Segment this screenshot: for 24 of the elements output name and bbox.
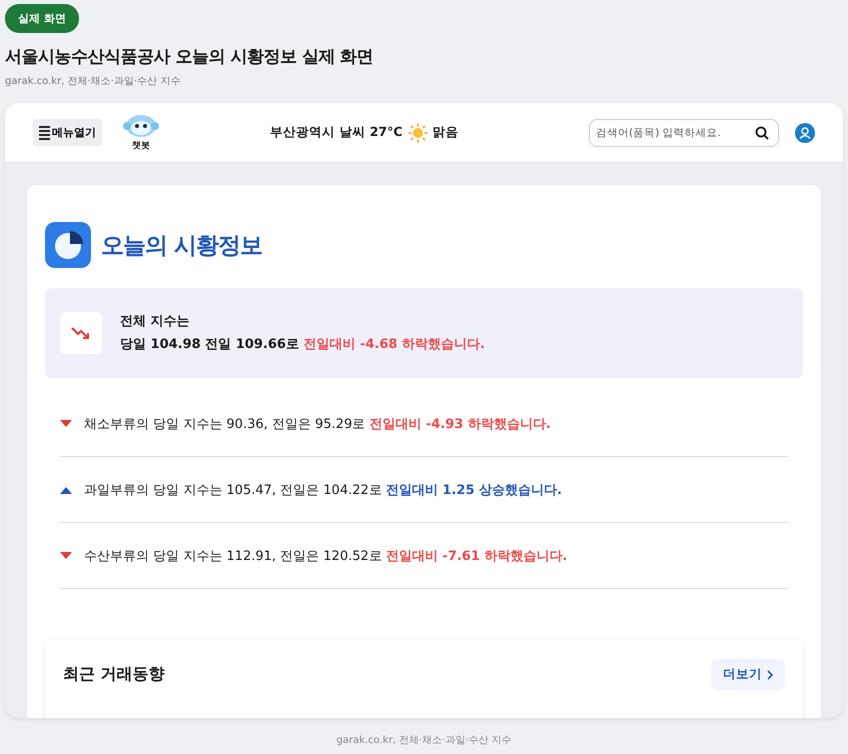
user-icon[interactable] bbox=[795, 122, 815, 142]
recent-title: 최근 거래동향 bbox=[63, 664, 165, 685]
badge: 실제 화면 bbox=[5, 4, 79, 33]
index-sentence: 채소부류의 당일 지수는 90.36, 전일은 95.29로 전일대비 -4.93 하락했습니다. bbox=[84, 416, 551, 432]
summary-label: 전체 지수는 bbox=[120, 312, 191, 331]
index-sentence: 과일부류의 당일 지수는 105.47, 전일은 104.22로 전일대비 1.25 상승했습니다. bbox=[84, 482, 562, 498]
menu-button[interactable]: 메뉴열기 bbox=[33, 119, 102, 146]
subtitle: garak.co.kr, 전체·채소·과일·수산 지수 bbox=[5, 75, 182, 88]
chatbot-button[interactable]: 챗봇 bbox=[122, 113, 160, 152]
sun-icon bbox=[408, 122, 428, 142]
search-field[interactable]: 검색어(품목) 입력하세요. bbox=[589, 118, 779, 146]
summary-sentence: 당일 104.98 전일 109.66로 전일대비 -4.68 하락했습니다. bbox=[120, 336, 485, 354]
page-title: 서울시농수산식품공사 오늘의 시황정보 실제 화면 bbox=[5, 46, 374, 68]
search-icon[interactable] bbox=[755, 126, 769, 140]
weather-condition: 맑음 bbox=[432, 124, 459, 141]
index-sentence: 수산부류의 당일 지수는 112.91, 전일은 120.52로 전일대비 -7.61 하락했습니다. bbox=[84, 548, 568, 564]
caption: garak.co.kr, 전체·채소·과일·수산 지수 bbox=[335, 734, 513, 747]
section-title: 오늘의 시황정보 bbox=[101, 232, 262, 260]
robot-icon bbox=[122, 113, 160, 139]
pie-chart-icon bbox=[45, 222, 91, 268]
weather-text: 부산광역시 날씨 27°C bbox=[270, 124, 403, 141]
chevron-icon bbox=[767, 670, 773, 680]
more-button[interactable]: 더보기 bbox=[711, 659, 785, 690]
menu-icon bbox=[39, 126, 50, 140]
